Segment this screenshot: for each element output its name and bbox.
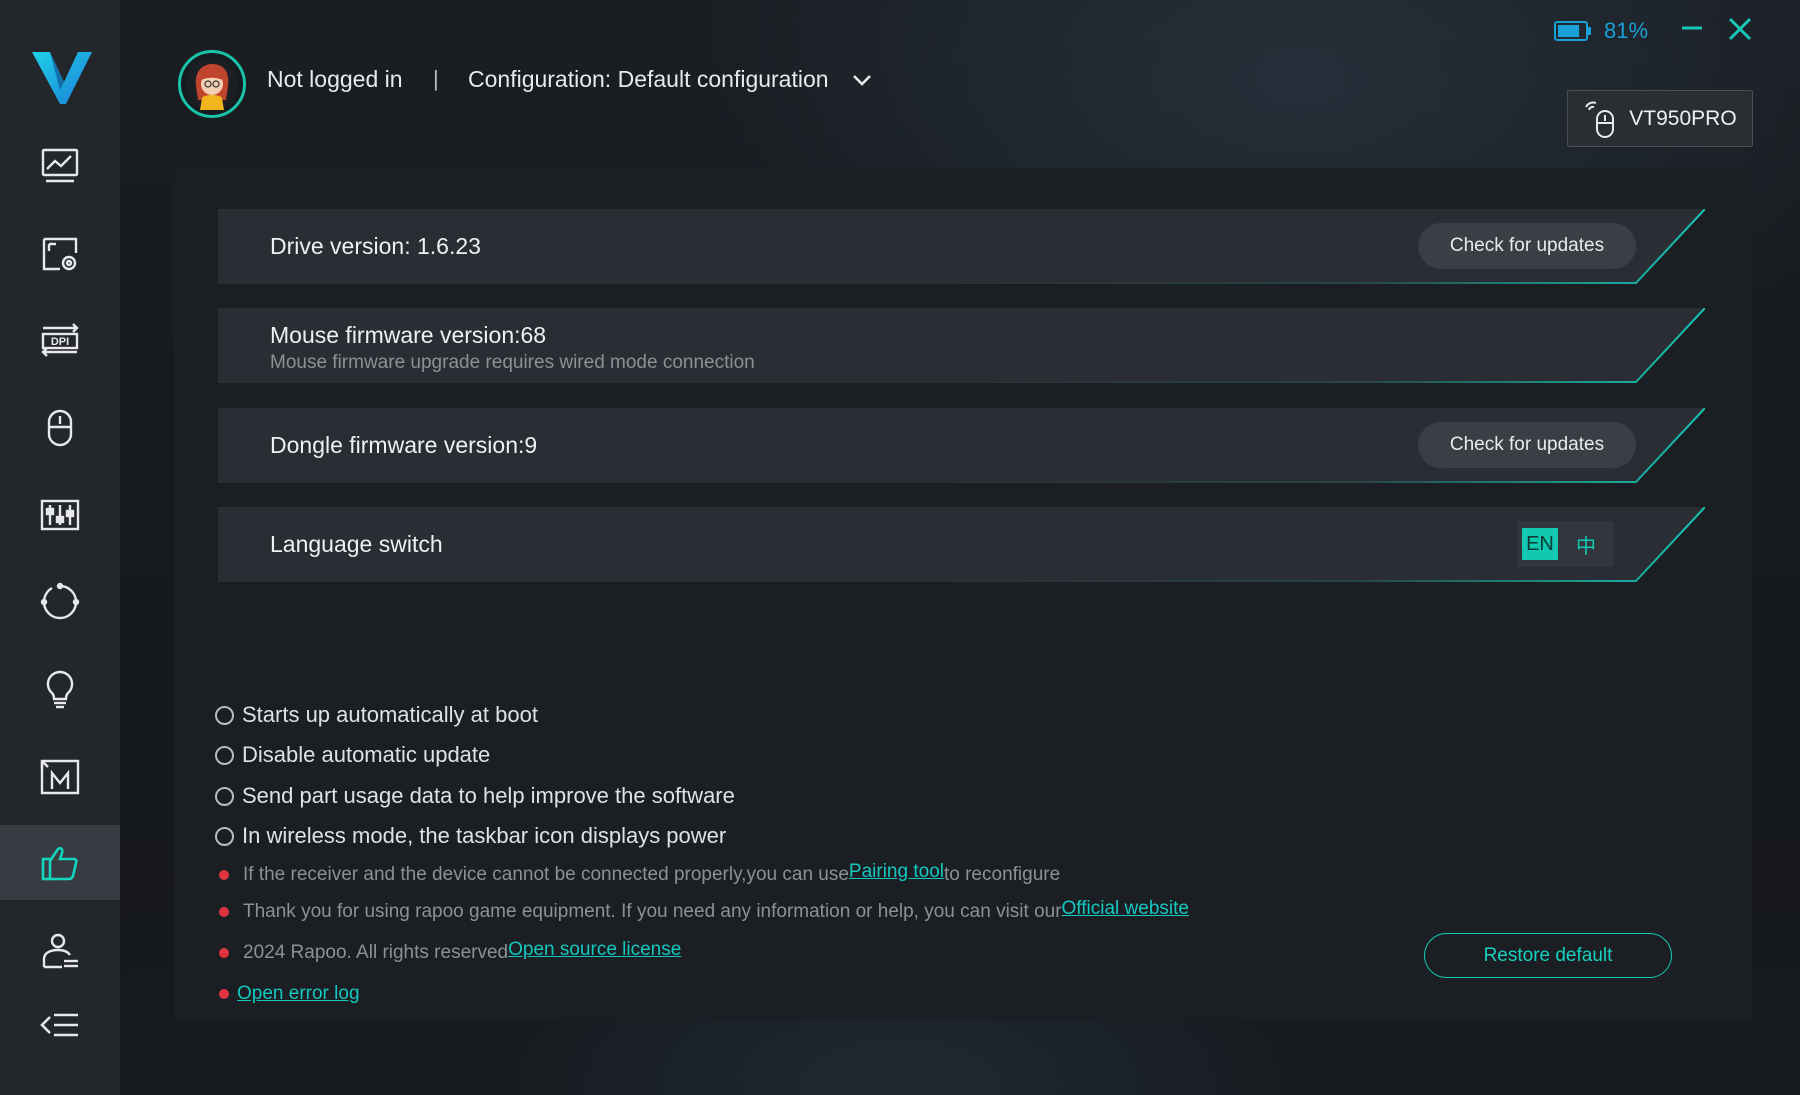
bullet-dot	[219, 948, 229, 958]
copyright-info: 2024 Rapoo. All rights reserved Open sou…	[219, 939, 681, 964]
sidebar-item-sync[interactable]	[0, 564, 120, 639]
sidebar-item-account[interactable]	[0, 913, 120, 988]
mouse-icon	[47, 409, 73, 446]
sidebar-item-lighting[interactable]	[0, 652, 120, 727]
minimize-icon[interactable]	[1680, 16, 1704, 40]
support-info: Thank you for using rapoo game equipment…	[219, 898, 1189, 923]
option-autostart[interactable]: Starts up automatically at boot	[215, 702, 538, 728]
taskbar-power-radio[interactable]	[215, 826, 234, 846]
user-account-icon	[42, 933, 78, 968]
language-option-en[interactable]: EN	[1522, 528, 1558, 560]
language-row: Language switch EN 中	[218, 507, 1705, 582]
pairing-tool-link[interactable]: Pairing tool	[849, 861, 944, 883]
option-taskbar-power[interactable]: In wireless mode, the taskbar icon displ…	[215, 823, 726, 849]
dpi-icon: DPI	[41, 322, 79, 357]
wireless-mouse-icon	[1585, 101, 1615, 138]
pairing-text-after: to reconfigure	[943, 864, 1061, 885]
device-name: VT950PRO	[1629, 106, 1737, 130]
configuration-label: Configuration: Default configuration	[468, 66, 829, 92]
bullet-dot	[219, 870, 229, 880]
autostart-radio[interactable]	[215, 705, 234, 725]
option-label: In wireless mode, the taskbar icon displ…	[242, 823, 727, 848]
option-send-usage-data[interactable]: Send part usage data to help improve the…	[215, 783, 735, 809]
copyright-text: 2024 Rapoo. All rights reserved	[243, 942, 509, 963]
sidebar-item-performance[interactable]	[0, 128, 120, 203]
dongle-check-updates-button[interactable]: Check for updates	[1418, 422, 1636, 468]
sidebar-item-dpi[interactable]: DPI	[0, 302, 120, 377]
settings-panel	[174, 168, 1752, 1020]
sidebar-item-collapse[interactable]	[0, 987, 120, 1062]
mouse-firmware-note: Mouse firmware upgrade requires wired mo…	[270, 352, 755, 373]
error-log-info: Open error log	[219, 983, 360, 1005]
option-label: Starts up automatically at boot	[242, 702, 538, 727]
mouse-firmware-version: Mouse firmware version:68	[270, 322, 547, 348]
language-switch-label: Language switch	[270, 531, 443, 557]
equalizer-icon	[40, 499, 80, 530]
sidebar-item-about[interactable]	[0, 825, 120, 900]
sidebar-item-macro[interactable]	[0, 739, 120, 814]
sidebar-item-mouse[interactable]	[0, 390, 120, 465]
restore-default-button[interactable]: Restore default	[1424, 933, 1672, 978]
drive-version: Drive version: 1.6.23	[270, 233, 481, 259]
user-avatar-icon	[186, 58, 238, 110]
language-option-zh[interactable]: 中	[1568, 528, 1604, 560]
device-selector-button[interactable]: VT950PRO	[1567, 90, 1753, 147]
drive-version-row: Drive version: 1.6.23 Check for updates	[218, 209, 1705, 284]
option-label: Send part usage data to help improve the…	[242, 783, 735, 808]
close-icon[interactable]	[1727, 16, 1753, 42]
option-disable-auto-update[interactable]: Disable automatic update	[215, 742, 490, 768]
usage-data-radio[interactable]	[215, 786, 234, 806]
sidebar: DPI	[0, 0, 120, 1095]
dongle-firmware-row: Dongle firmware version:9 Check for upda…	[218, 408, 1705, 483]
drive-check-updates-button[interactable]: Check for updates	[1418, 223, 1636, 269]
collapse-menu-icon	[40, 1013, 78, 1036]
option-label: Disable automatic update	[242, 742, 491, 767]
performance-icon	[41, 148, 79, 182]
open-error-log-link[interactable]: Open error log	[237, 983, 360, 1005]
mouse-firmware-row: Mouse firmware version:68 Mouse firmware…	[218, 308, 1705, 383]
screen-settings-icon	[42, 237, 78, 270]
battery-status: 81%	[1554, 18, 1648, 44]
avatar[interactable]	[178, 50, 246, 118]
battery-percent: 81%	[1604, 18, 1649, 43]
svg-text:DPI: DPI	[51, 336, 69, 348]
open-source-license-link[interactable]: Open source license	[508, 939, 681, 961]
thumbs-up-icon	[41, 846, 78, 880]
lighting-icon	[46, 670, 74, 708]
login-status[interactable]: Not logged in	[267, 66, 403, 93]
sidebar-item-equalizer[interactable]	[0, 477, 120, 552]
configuration-dropdown[interactable]: Configuration: Default configuration	[468, 66, 875, 93]
logo	[32, 52, 92, 104]
battery-icon	[1554, 21, 1591, 41]
language-toggle: EN 中	[1518, 521, 1614, 567]
bullet-dot	[219, 989, 229, 999]
bullet-dot	[219, 907, 229, 917]
chevron-down-icon	[852, 74, 871, 86]
official-website-link[interactable]: Official website	[1062, 898, 1189, 920]
thanks-text: Thank you for using rapoo game equipment…	[243, 901, 1062, 922]
disable-update-radio[interactable]	[215, 745, 234, 765]
macro-icon	[40, 759, 80, 794]
sidebar-item-screen[interactable]	[0, 215, 120, 290]
header-separator: |	[433, 66, 439, 91]
pairing-info: If the receiver and the device cannot be…	[219, 861, 1061, 886]
sync-icon	[40, 582, 80, 619]
dongle-firmware-version: Dongle firmware version:9	[270, 432, 538, 458]
pairing-text: If the receiver and the device cannot be…	[243, 864, 849, 885]
